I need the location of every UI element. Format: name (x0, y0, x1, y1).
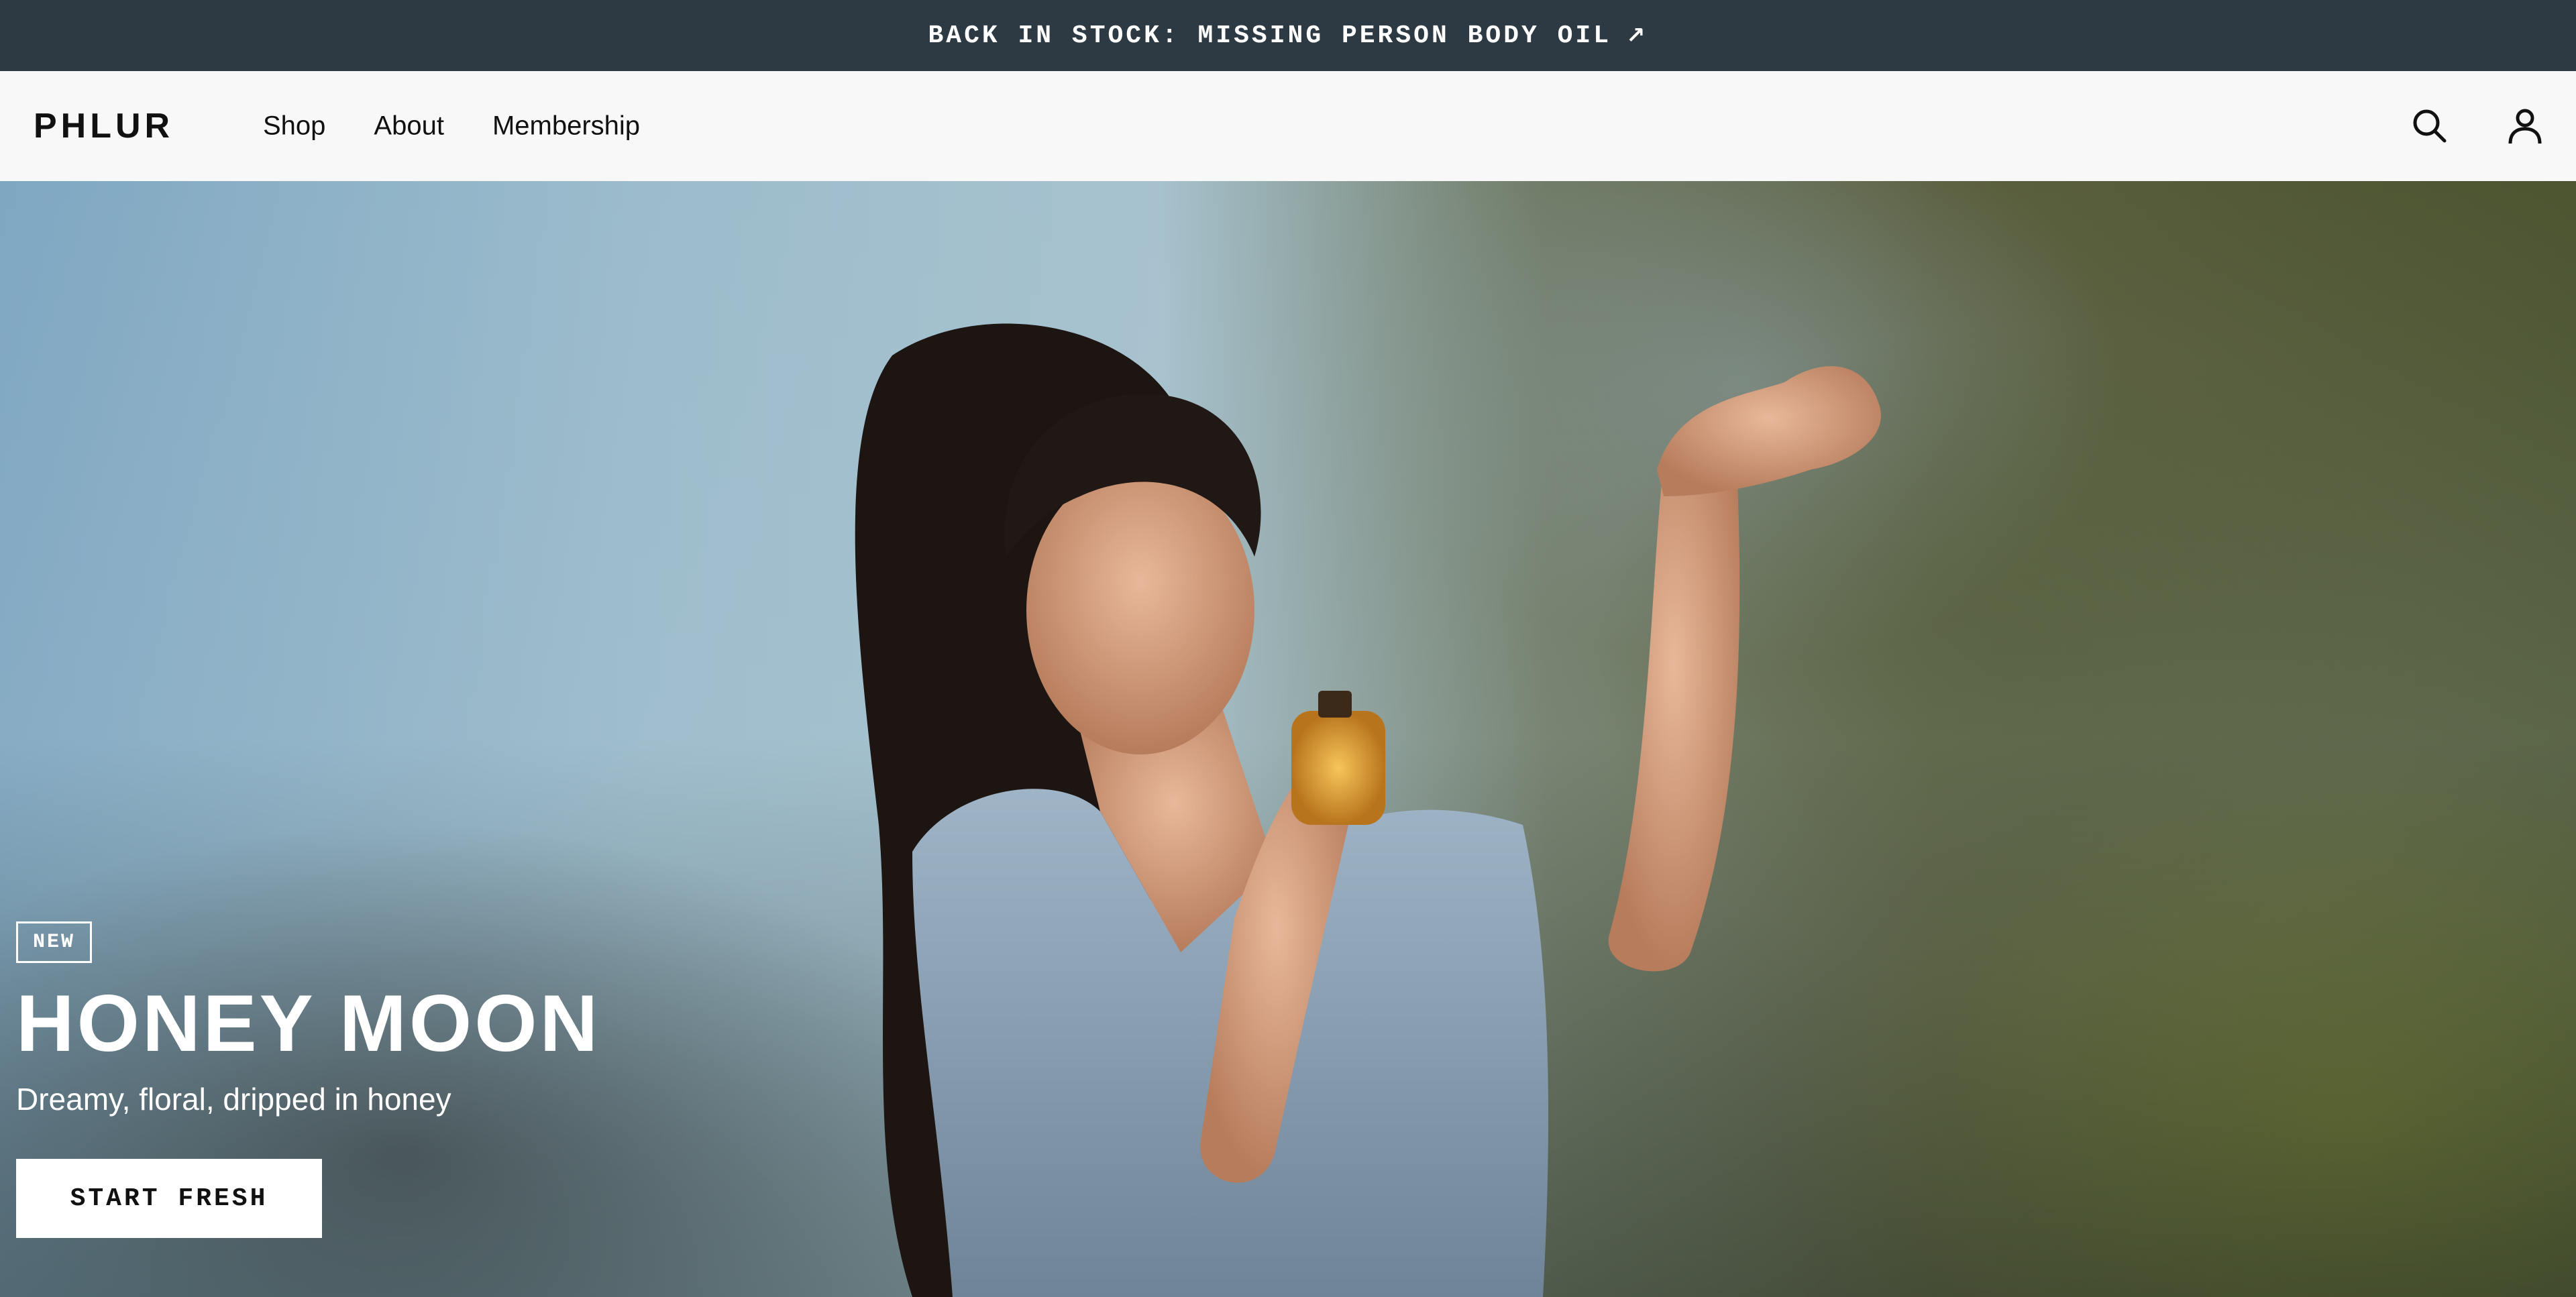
nav-about[interactable]: About (374, 111, 444, 142)
main-nav: Shop About Membership (263, 111, 640, 142)
brand-logo[interactable]: PHLUR (34, 106, 174, 146)
hero-title: HONEY MOON (16, 978, 601, 1068)
site-header: PHLUR Shop About Membership (0, 71, 2576, 181)
announcement-bar[interactable]: BACK IN STOCK: MISSING PERSON BODY OIL ↗ (0, 0, 2576, 71)
account-button[interactable] (2501, 102, 2549, 150)
hero-content: NEW HONEY MOON Dreamy, floral, dripped i… (16, 921, 955, 1297)
new-badge: NEW (16, 921, 93, 963)
account-icon (2508, 109, 2542, 144)
nav-shop[interactable]: Shop (263, 111, 325, 142)
nav-membership[interactable]: Membership (492, 111, 640, 142)
arrow-up-right-icon: ↗ (1626, 22, 1648, 49)
hero-subtitle: Dreamy, floral, dripped in honey (16, 1082, 451, 1117)
search-button[interactable] (2406, 102, 2454, 150)
announcement-text: BACK IN STOCK: MISSING PERSON BODY OIL (928, 21, 1612, 50)
hero-banner: NEW HONEY MOON Dreamy, floral, dripped i… (0, 181, 2576, 1297)
start-fresh-button[interactable]: START FRESH (16, 1159, 322, 1238)
search-icon (2413, 109, 2447, 143)
